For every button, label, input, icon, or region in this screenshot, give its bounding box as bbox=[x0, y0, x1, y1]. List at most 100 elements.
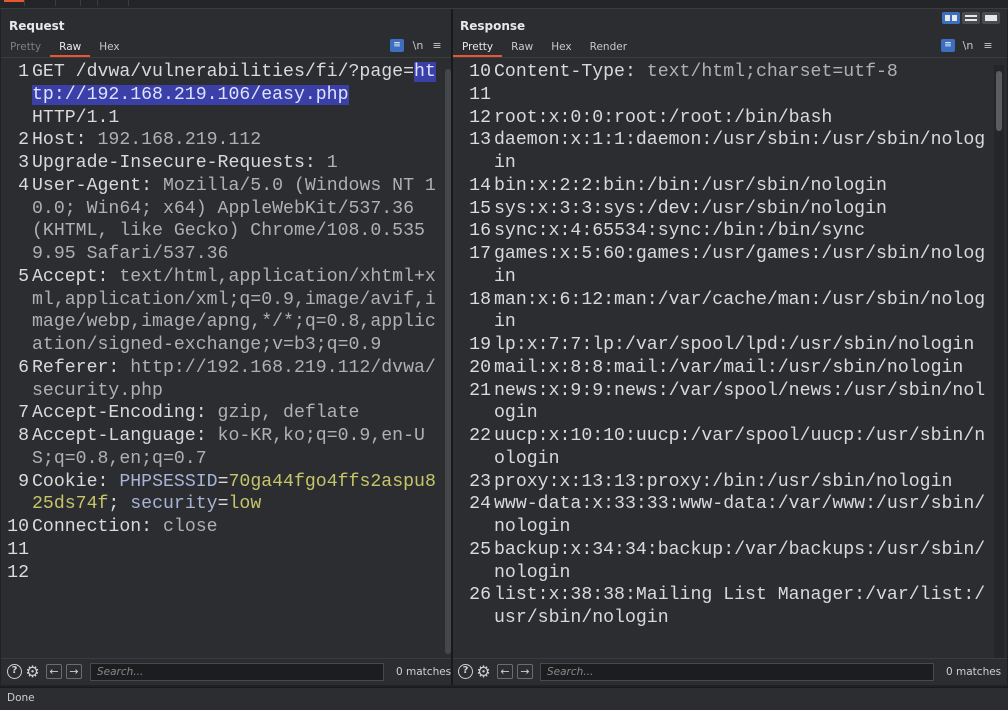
tab-pretty[interactable]: Pretty bbox=[453, 39, 503, 57]
editor-line: 10 Content-Type: text/html;charset=utf-8 bbox=[453, 61, 993, 84]
tab-pretty[interactable]: Pretty bbox=[1, 39, 50, 57]
response-search-bar: ? ⚙ ← → Search... 0 matches bbox=[453, 658, 1007, 685]
gear-icon[interactable]: ⚙ bbox=[25, 664, 40, 680]
code-token: = bbox=[217, 471, 229, 492]
response-title: Response bbox=[460, 19, 526, 33]
editor-line: 25 backup:x:34:34:backup:/var/backups:/us… bbox=[453, 539, 993, 585]
status-text: Done bbox=[7, 692, 35, 704]
line-number: 2 bbox=[18, 130, 29, 151]
line-content: Accept-Encoding: gzip, deflate bbox=[32, 402, 441, 425]
line-content: Host: 192.168.219.112 bbox=[32, 129, 441, 152]
next-match-button[interactable]: → bbox=[517, 664, 533, 679]
line-number: 11 bbox=[469, 84, 491, 105]
layout-stacked-button[interactable] bbox=[962, 12, 980, 24]
line-content: sync:x:4:65534:sync:/bin:/bin/sync bbox=[494, 220, 993, 243]
line-content: Accept-Language: ko-KR,ko;q=0.9,en-US;q=… bbox=[32, 425, 441, 471]
editor-line: 23 proxy:x:13:13:proxy:/bin:/usr/sbin/nol… bbox=[453, 471, 993, 494]
editor-line: 5 Accept: text/html,application/xhtml+xml… bbox=[1, 266, 441, 357]
code-token: uucp:x:10:10:uucp:/var/spool/uucp:/usr/s… bbox=[494, 426, 986, 469]
show-newlines-toggle[interactable]: \n bbox=[961, 39, 975, 53]
top-tab[interactable] bbox=[81, 0, 98, 6]
wrap-icon: ≡ bbox=[393, 40, 401, 50]
previous-match-button[interactable]: ← bbox=[46, 664, 62, 679]
response-editor[interactable]: 10 Content-Type: text/html;charset=utf-8 1… bbox=[453, 61, 993, 658]
code-token: sync:x:4:65534:sync:/bin:/bin/sync bbox=[494, 221, 866, 242]
line-number: 17 bbox=[469, 244, 491, 264]
code-token: text/html;charset=utf-8 bbox=[646, 62, 898, 82]
code-token: Referer: bbox=[32, 357, 131, 378]
editor-line: 8 Accept-Language: ko-KR,ko;q=0.9,en-US;q… bbox=[1, 425, 441, 471]
top-tab[interactable] bbox=[25, 0, 56, 6]
editor-line: 2 Host: 192.168.219.112 bbox=[1, 129, 441, 152]
code-token: User-Agent: bbox=[32, 175, 163, 196]
request-search-input[interactable]: Search... bbox=[90, 663, 384, 681]
code-token: close bbox=[162, 517, 218, 537]
editor-line: 1 GET /dvwa/vulnerabilities/fi/?page=http… bbox=[1, 61, 441, 129]
editor-line: 16 sync:x:4:65534:sync:/bin:/bin/sync bbox=[453, 220, 993, 243]
code-token: list:x:38:38:Mailing List Manager:/var/l… bbox=[494, 585, 986, 628]
response-search-input[interactable]: Search... bbox=[540, 663, 934, 681]
code-token: Connection: bbox=[32, 517, 163, 537]
request-editor[interactable]: 1 GET /dvwa/vulnerabilities/fi/?page=http… bbox=[1, 61, 441, 658]
hamburger-menu-icon[interactable]: ≡ bbox=[431, 39, 443, 53]
line-number: 14 bbox=[469, 175, 491, 196]
tab-hex[interactable]: Hex bbox=[542, 39, 580, 57]
request-match-count: 0 matches bbox=[396, 666, 452, 678]
top-tab[interactable] bbox=[0, 0, 25, 6]
line-number: 7 bbox=[18, 403, 29, 424]
top-tab[interactable] bbox=[98, 0, 129, 6]
tab-render[interactable]: Render bbox=[581, 39, 636, 57]
next-match-button[interactable]: → bbox=[66, 664, 82, 679]
line-content: list:x:38:38:Mailing List Manager:/var/l… bbox=[494, 584, 993, 630]
line-content: Cookie: PHPSESSID=70ga44fgo4ffs2aspu825d… bbox=[32, 471, 441, 517]
word-wrap-toggle[interactable]: ≡ bbox=[390, 39, 404, 52]
help-icon[interactable]: ? bbox=[458, 664, 473, 679]
top-tab[interactable] bbox=[56, 0, 81, 6]
show-newlines-toggle[interactable]: \n bbox=[411, 39, 425, 53]
code-token: bin:x:2:2:bin:/bin:/usr/sbin/nologin bbox=[494, 175, 887, 196]
code-token: Accept-Encoding: bbox=[32, 403, 218, 424]
line-content: GET /dvwa/vulnerabilities/fi/?page=http:… bbox=[32, 61, 441, 129]
code-token: Upgrade-Insecure-Requests: bbox=[32, 153, 327, 173]
code-token: HTTP/1.1 bbox=[32, 107, 120, 128]
code-token: www-data:x:33:33:www-data:/var/www:/usr/… bbox=[494, 494, 986, 537]
code-token: ; bbox=[108, 494, 131, 515]
tab-raw[interactable]: Raw bbox=[50, 39, 91, 57]
word-wrap-toggle[interactable]: ≡ bbox=[941, 39, 955, 52]
editor-line: 26 list:x:38:38:Mailing List Manager:/var… bbox=[453, 584, 993, 630]
tab-raw[interactable]: Raw bbox=[502, 39, 542, 57]
code-token: proxy:x:13:13:proxy:/bin:/usr/sbin/nolog… bbox=[494, 471, 953, 492]
response-scrollbar-thumb[interactable] bbox=[996, 71, 1002, 131]
code-token: 192.168.219.112 bbox=[97, 130, 262, 151]
code-token: GET /dvwa/vulnerabilities/fi/?page= bbox=[32, 62, 414, 82]
code-token: Host: bbox=[32, 130, 98, 151]
code-token: daemon:x:1:1:daemon:/usr/sbin:/usr/sbin/… bbox=[494, 130, 986, 173]
editor-line: 4 User-Agent: Mozilla/5.0 (Windows NT 10.… bbox=[1, 175, 441, 266]
line-content: mail:x:8:8:mail:/var/mail:/usr/sbin/nolo… bbox=[494, 357, 993, 380]
line-content: sys:x:3:3:sys:/dev:/usr/sbin/nologin bbox=[494, 198, 993, 221]
gear-icon[interactable]: ⚙ bbox=[476, 664, 491, 680]
layout-tabs-button[interactable] bbox=[982, 12, 1000, 24]
line-content: Referer: http://192.168.219.112/dvwa/sec… bbox=[32, 357, 441, 403]
editor-line: 11 bbox=[1, 539, 441, 562]
editor-line: 17 games:x:5:60:games:/usr/games:/usr/sbi… bbox=[453, 243, 993, 289]
code-token: lp:x:7:7:lp:/var/spool/lpd:/usr/sbin/nol… bbox=[494, 335, 975, 355]
hamburger-menu-icon[interactable]: ≡ bbox=[982, 39, 994, 53]
editor-line: 13 daemon:x:1:1:daemon:/usr/sbin:/usr/sbi… bbox=[453, 129, 993, 175]
code-token: PHPSESSID bbox=[119, 471, 218, 492]
line-number: 20 bbox=[469, 357, 491, 378]
line-number: 22 bbox=[469, 426, 491, 446]
line-number: 12 bbox=[469, 107, 491, 128]
tab-divider bbox=[1, 57, 452, 58]
tab-hex[interactable]: Hex bbox=[90, 39, 128, 57]
editor-line: 21 news:x:9:9:news:/var/spool/news:/usr/s… bbox=[453, 380, 993, 426]
response-scroll-track[interactable] bbox=[994, 65, 1004, 660]
layout-side-by-side-button[interactable] bbox=[942, 12, 960, 24]
code-token: man:x:6:12:man:/var/cache/man:/usr/sbin/… bbox=[494, 289, 986, 333]
code-token: root:x:0:0:root:/root:/bin/bash bbox=[494, 107, 833, 128]
tab-divider bbox=[453, 57, 1007, 58]
code-token: Accept-Language: bbox=[32, 426, 218, 446]
help-icon[interactable]: ? bbox=[7, 664, 22, 679]
line-number: 12 bbox=[7, 562, 29, 583]
previous-match-button[interactable]: ← bbox=[497, 664, 513, 679]
